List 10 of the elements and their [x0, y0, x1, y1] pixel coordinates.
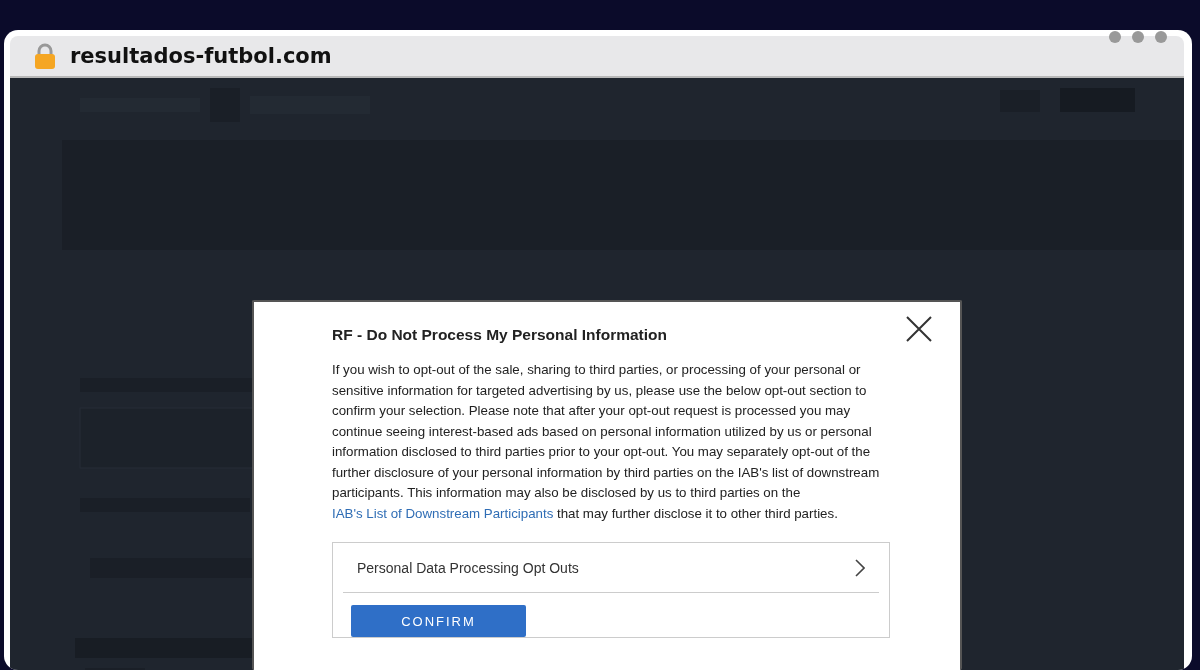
dialog-title: RF - Do Not Process My Personal Information [332, 326, 669, 344]
participants-link[interactable]: IAB's List of Downstream Participants [332, 505, 554, 521]
opt-out-row[interactable]: Personal Data Processing Opt Outs [343, 543, 879, 593]
chevron-right-icon [855, 558, 865, 577]
dialog-description: If you wish to opt-out of the sale, sharing to third parties, or processing of your personal or sensitive information for targeted advertising by us, please use the below opt-out section to confirm your selection. Please note that after your opt-out request is processed you may continue seeing interest-based ads based on personal information utilized by us or personal information disclosed to third parties prior to your opt-out. You may separately opt-out of the further disclosure of your personal information by third parties on the IAB's list of downstream participants. This information may also be disclosed by us to third parties on the IAB's List of Downstream Participants that may further disclose it to other third parties. [332, 361, 881, 523]
lock-icon [34, 43, 56, 69]
close-icon [906, 316, 932, 342]
window-dots-icon[interactable] [1108, 30, 1168, 44]
address-bar-url[interactable]: resultados-futbol.com [70, 44, 332, 68]
confirm-button[interactable]: CONFIRM [351, 605, 526, 637]
